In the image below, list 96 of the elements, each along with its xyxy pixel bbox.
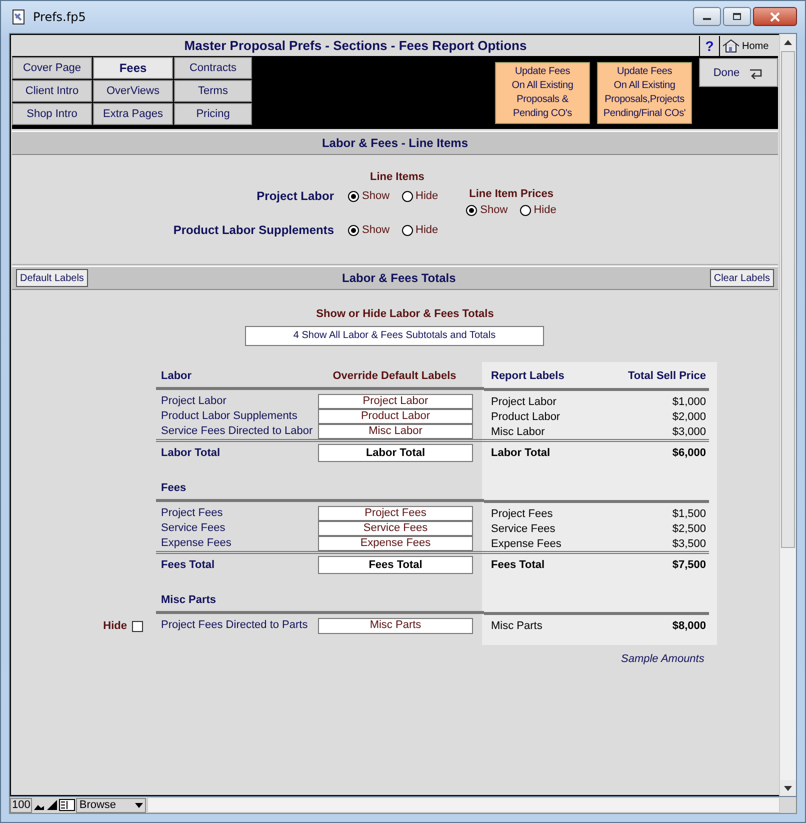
label-input[interactable]: Product Labor: [318, 409, 473, 424]
label-input[interactable]: Misc Labor: [318, 424, 473, 439]
total-name: Labor Total: [160, 446, 222, 461]
status-toggle-icon[interactable]: [59, 799, 76, 811]
report-label: Project Fees: [491, 508, 553, 520]
report-label: Product Labor: [491, 410, 560, 422]
nav-tab[interactable]: Pricing: [174, 103, 252, 125]
column-heading: Line Item Prices: [469, 188, 555, 200]
price: $3,500: [672, 538, 706, 550]
close-icon: [769, 12, 781, 22]
maximize-icon: [732, 12, 742, 20]
default-labels-button[interactable]: Default Labels: [16, 269, 88, 287]
group-heading: Misc Parts: [160, 593, 218, 608]
label-input[interactable]: Labor Total: [318, 444, 473, 462]
price: $1,000: [672, 396, 706, 408]
price: $1,500: [672, 508, 706, 520]
scroll-down-button[interactable]: [780, 780, 796, 796]
nav-tab[interactable]: Client Intro: [12, 80, 92, 102]
line-item-name: Expense Fees: [160, 536, 232, 551]
line-item-name: Service Fees: [160, 521, 226, 536]
nav-tab[interactable]: Cover Page: [12, 57, 92, 79]
report-label: Misc Parts: [491, 620, 542, 632]
price: $7,500: [672, 559, 706, 571]
return-arrow-icon: [748, 66, 764, 78]
option-label: Product Labor Supplements: [172, 223, 334, 237]
line-item-name: Service Fees Directed to Labor: [160, 424, 314, 439]
scroll-up-button[interactable]: [780, 34, 796, 50]
section-title: Labor & Fees - Line Items: [322, 136, 468, 150]
update-fees-button[interactable]: Update Fees On All Existing Proposals & Pending CO's: [495, 62, 590, 124]
hide-checkbox[interactable]: [132, 620, 143, 632]
line-item-name: Product Labor Supplements: [160, 409, 298, 424]
label-input[interactable]: Project Labor: [318, 394, 473, 409]
nav-tab[interactable]: Extra Pages: [93, 103, 173, 125]
help-button[interactable]: ?: [700, 36, 719, 56]
group-heading: Fees: [160, 481, 188, 496]
report-label: Labor Total: [491, 447, 550, 459]
label-input[interactable]: Project Fees: [318, 506, 473, 521]
minimize-button[interactable]: [693, 7, 721, 26]
hide-label: Hide: [103, 620, 127, 632]
maximize-button[interactable]: [723, 7, 751, 26]
radio-option[interactable]: Hide: [520, 204, 556, 216]
price: $6,000: [672, 447, 706, 459]
update-fees-button[interactable]: Update Fees On All Existing Proposals,Projects Pending/Final COs': [597, 62, 692, 124]
column-heading: Override Default Labels: [332, 369, 458, 384]
report-label: Service Fees: [491, 522, 556, 534]
done-button[interactable]: Done: [699, 58, 778, 87]
down-arrow-icon: [784, 786, 792, 790]
vertical-scrollbar[interactable]: [779, 34, 796, 796]
line-item-name: Project Labor: [160, 394, 228, 409]
section-title: Labor & Fees Totals: [340, 271, 457, 285]
layout-title: Master Proposal Prefs - Sections - Fees Report Options: [12, 36, 699, 56]
document-icon: [11, 9, 27, 25]
column-heading: Report Labels: [491, 370, 564, 382]
column-heading: Total Sell Price: [628, 370, 706, 382]
line-item-name: Project Fees: [160, 506, 224, 521]
option-label: Project Labor: [256, 189, 334, 203]
radio-option[interactable]: Show: [348, 224, 390, 236]
price: $2,000: [672, 410, 706, 422]
group-heading: Labor: [160, 369, 193, 384]
clear-labels-button[interactable]: Clear Labels: [710, 269, 774, 287]
nav-tab[interactable]: Terms: [174, 80, 252, 102]
label-input[interactable]: Fees Total: [318, 556, 473, 574]
nav-tab[interactable]: Fees: [93, 57, 173, 79]
house-icon: [722, 39, 740, 53]
zoom-in-icon[interactable]: [46, 799, 58, 811]
label-input[interactable]: Service Fees: [318, 521, 473, 536]
line-item-name: Project Fees Directed to Parts: [160, 618, 309, 633]
mode-dropdown[interactable]: Browse: [76, 798, 146, 812]
caret-icon: [135, 802, 144, 808]
report-label: Expense Fees: [491, 538, 562, 550]
nav-tab[interactable]: Contracts: [174, 57, 252, 79]
close-button[interactable]: [753, 7, 797, 26]
price: $2,500: [672, 522, 706, 534]
radio-option[interactable]: Hide: [402, 190, 438, 202]
up-arrow-icon: [784, 40, 792, 44]
radio-option[interactable]: Show: [466, 204, 508, 216]
radio-option[interactable]: Show: [348, 190, 390, 202]
total-name: Fees Total: [160, 558, 216, 573]
column-heading: Line Items: [370, 171, 426, 185]
dropdown-field[interactable]: 4 Show All Labor & Fees Subtotals and Totals: [245, 326, 544, 346]
note: Sample Amounts: [621, 653, 704, 665]
report-label: Project Labor: [491, 396, 556, 408]
report-label: Misc Labor: [491, 426, 545, 438]
nav-tab[interactable]: OverViews: [93, 80, 173, 102]
horizontal-scrollbar[interactable]: [147, 797, 780, 813]
label-input[interactable]: Expense Fees: [318, 536, 473, 551]
price: $3,000: [672, 426, 706, 438]
label-input[interactable]: Misc Parts: [318, 618, 473, 634]
window-title: Prefs.fp5: [33, 10, 86, 24]
zoom-level[interactable]: 100: [10, 798, 32, 812]
nav-tab[interactable]: Shop Intro: [12, 103, 92, 125]
report-label: Fees Total: [491, 559, 545, 571]
heading: Show or Hide Labor & Fees Totals: [315, 308, 495, 320]
price: $8,000: [672, 620, 706, 632]
home-button[interactable]: Home: [720, 36, 778, 56]
radio-option[interactable]: Hide: [402, 224, 438, 236]
